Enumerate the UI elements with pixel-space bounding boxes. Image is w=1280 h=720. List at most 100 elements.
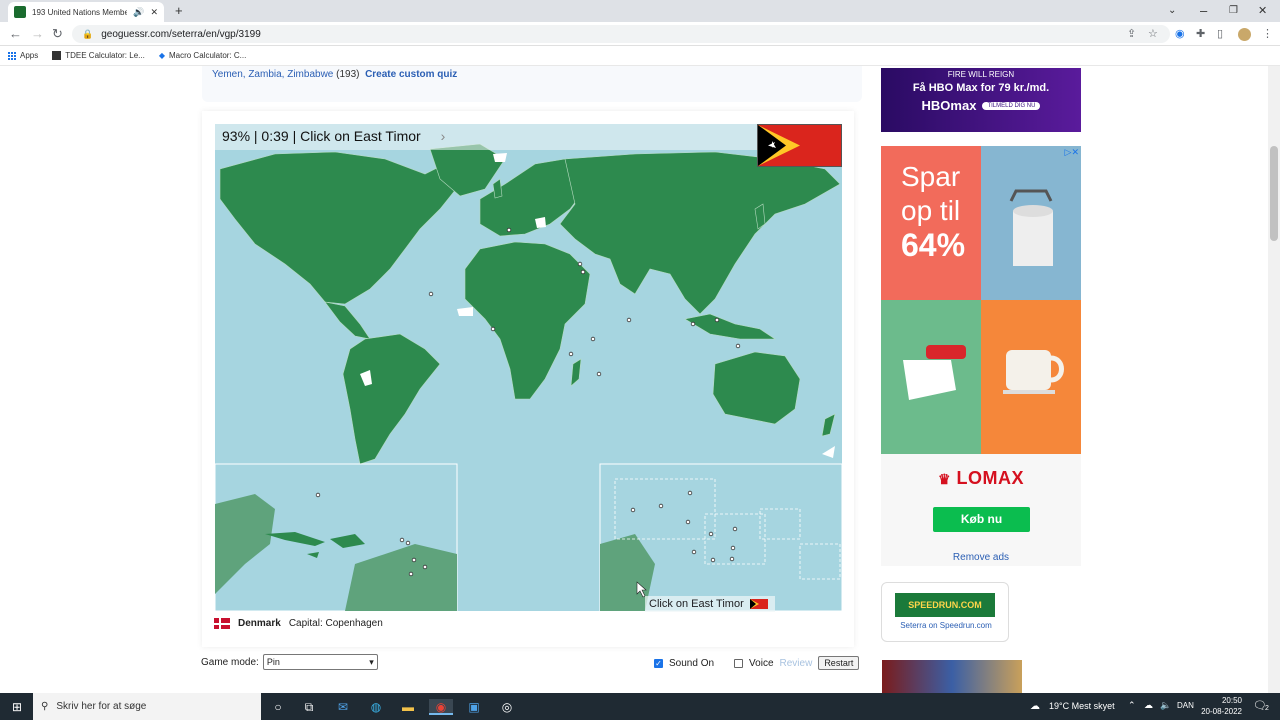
tray-chevron-icon[interactable]: ⌃ (1128, 700, 1136, 711)
hbo-cta-button[interactable]: TILMELD DIG NU (982, 101, 1041, 110)
lomax-logo: ♛ LOMAX (881, 468, 1081, 489)
back-arrow-icon[interactable]: ← (9, 26, 22, 42)
marker-grenada (408, 571, 414, 577)
country-count: (193) (336, 69, 360, 80)
extension-icon[interactable]: ◉ (1175, 26, 1185, 42)
minimize-button[interactable]: – (1200, 3, 1207, 19)
last-answer: Denmark Capital: Copenhagen (214, 618, 383, 629)
country-australia (712, 351, 801, 425)
bookmark-label: TDEE Calculator: Le... (65, 51, 145, 60)
marker-tonga (729, 556, 735, 562)
marker-timor-area (735, 343, 741, 349)
remove-ads-link[interactable]: Remove ads (881, 552, 1081, 563)
store-icon[interactable]: ▣ (466, 699, 482, 715)
game-mode-select[interactable]: Pin ▾ (262, 654, 378, 670)
tdee-favicon (52, 51, 62, 60)
spar-line1: Spar (901, 161, 961, 192)
stapler-tile (881, 300, 981, 454)
bookmark-macro[interactable]: ◆ Macro Calculator: C... (159, 51, 247, 60)
marker-bahrain (577, 261, 583, 267)
bookmark-apps[interactable]: Apps (8, 51, 38, 60)
weather-text[interactable]: 19°C Mest skyet (1049, 701, 1115, 711)
bookmarks-bar: Apps TDEE Calculator: Le... ◆ Macro Calc… (0, 46, 1280, 66)
reload-icon[interactable]: ↻ (52, 26, 63, 42)
voice-checkbox[interactable] (734, 658, 744, 668)
share-icon[interactable]: ⇪ (1127, 26, 1136, 42)
tab-search-chevron-icon[interactable]: ⌄ (1168, 3, 1176, 19)
edge-icon[interactable]: ◍ (368, 699, 384, 715)
puzzle-icon[interactable]: ✚ (1196, 26, 1205, 42)
sidepanel-icon[interactable]: ▯ (1217, 26, 1223, 42)
world-map[interactable] (215, 124, 842, 611)
hbo-ad[interactable]: FIRE WILL REIGN Få HBO Max for 79 kr./md… (881, 68, 1081, 132)
weather-icon: ☁ (1030, 701, 1040, 712)
country-central-america (324, 301, 371, 340)
clock[interactable]: 20:50 20-08-2022 (1198, 695, 1242, 717)
bookmark-tdee[interactable]: TDEE Calculator: Le... (52, 51, 145, 60)
country-iceland (493, 153, 507, 162)
speedrun-link[interactable]: Seterra on Speedrun.com (882, 621, 1010, 630)
map-svg[interactable] (215, 124, 842, 611)
stapler-icon (903, 345, 966, 400)
volume-icon[interactable]: 🔈 (1160, 700, 1171, 711)
review-link[interactable]: Review (780, 658, 813, 669)
marker-micronesia (658, 503, 664, 509)
bookmark-label: Apps (20, 51, 39, 60)
url-text: geoguessr.com/seterra/en/vgp/3199 (101, 28, 261, 40)
mail-icon[interactable]: ✉ (335, 699, 351, 715)
restore-button[interactable]: ❐ (1229, 3, 1238, 19)
speaker-icon[interactable]: 🔊 (133, 7, 144, 18)
mug-icon (1003, 350, 1064, 394)
mug-tile (981, 300, 1081, 454)
profile-avatar[interactable] (1238, 28, 1251, 41)
marker-bahamas (315, 492, 321, 498)
toilet-paper-tile (981, 146, 1081, 300)
game-mode-label: Game mode: (201, 656, 259, 668)
windows-start-icon[interactable]: ⊞ (9, 699, 25, 715)
file-explorer-icon[interactable]: ▬ (400, 699, 416, 715)
voice-label: Voice (749, 657, 774, 669)
taskbar-search-text: Skriv her for at søge (56, 701, 147, 712)
status-chevron-icon[interactable]: › (441, 128, 446, 144)
country-asia (559, 151, 841, 315)
country-north-america (219, 151, 461, 305)
create-custom-quiz-link[interactable]: Create custom quiz (365, 69, 457, 80)
menu-kebab-icon[interactable]: ⋮ (1262, 26, 1273, 42)
language-indicator[interactable]: DAN (1177, 701, 1194, 710)
marker-cape-verde (428, 291, 434, 297)
countries-link[interactable]: Yemen, Zambia, Zimbabwe (212, 69, 333, 80)
marker-tuvalu (708, 531, 714, 537)
window-close-button[interactable]: ✕ (1258, 3, 1267, 19)
address-bar[interactable]: 🔒 geoguessr.com/seterra/en/vgp/3199 (72, 25, 1170, 43)
new-tab-button[interactable]: + (175, 3, 183, 19)
task-view-icon[interactable]: ⧉ (301, 699, 317, 715)
windows-taskbar: ⊞ ⚲ Skriv her for at søge ○ ⧉ ✉ ◍ ▬ ◉ ▣ … (0, 693, 1280, 720)
speedrun-card[interactable]: SPEEDRUN.COM Seterra on Speedrun.com (881, 582, 1009, 642)
denmark-flag-icon (214, 618, 230, 629)
marker-comoros (568, 351, 574, 357)
bookmark-star-icon[interactable]: ☆ (1148, 26, 1158, 42)
marker-fiji (710, 557, 716, 563)
obs-icon[interactable]: ◎ (499, 699, 515, 715)
forward-arrow-icon[interactable]: → (31, 26, 44, 42)
adchoices-icon[interactable]: ▷✕ (1065, 147, 1079, 158)
browser-tab[interactable]: 193 United Nations Member 🔊 ✕ (8, 2, 164, 22)
chrome-icon[interactable]: ◉ (429, 699, 453, 715)
restart-button[interactable]: Restart (818, 656, 860, 670)
lomax-ad[interactable]: Spar op til 64% ▷✕ ♛ LOMAX Køb nu (881, 146, 1081, 566)
marker-singapore (690, 321, 696, 327)
lock-icon: 🔒 (82, 28, 94, 39)
cloud-icon[interactable]: ☁ (1144, 700, 1153, 711)
buy-now-button[interactable]: Køb nu (933, 507, 1030, 532)
game-mode-value: Pin (266, 657, 280, 667)
game-mode: Game mode: Pin ▾ (201, 654, 378, 670)
tab-close-icon[interactable]: ✕ (150, 7, 158, 18)
page-content: Yemen, Zambia, Zimbabwe (193) Create cus… (0, 66, 1280, 693)
sound-checkbox[interactable]: ✓ (654, 658, 663, 668)
marker-marshall (687, 490, 693, 496)
taskbar-search[interactable]: ⚲ Skriv her for at søge (33, 693, 261, 720)
cortana-icon[interactable]: ○ (270, 699, 286, 715)
marker-antigua (399, 537, 405, 543)
scrollbar-thumb[interactable] (1270, 146, 1278, 241)
un-image[interactable] (882, 660, 1022, 693)
